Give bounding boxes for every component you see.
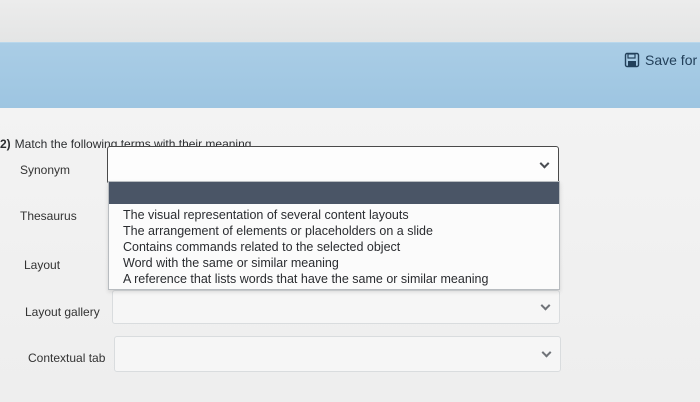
term-label-thesaurus: Thesaurus — [20, 209, 77, 223]
dropdown-options: The visual representation of several con… — [109, 204, 559, 287]
question-number: 2) — [0, 137, 11, 151]
term-label-layout-gallery: Layout gallery — [25, 305, 100, 319]
synonym-select[interactable] — [107, 146, 559, 184]
term-label-contextual-tab: Contextual tab — [28, 351, 106, 365]
layout-gallery-select[interactable] — [112, 290, 560, 324]
dropdown-option[interactable]: A reference that lists words that have t… — [123, 271, 559, 287]
term-label-layout: Layout — [24, 258, 61, 272]
dropdown-option[interactable]: The arrangement of elements or placehold… — [123, 223, 559, 239]
term-label-synonym: Synonym — [20, 163, 71, 177]
synonym-dropdown-list: The visual representation of several con… — [108, 181, 560, 290]
dropdown-highlighted-option[interactable] — [109, 182, 559, 204]
dropdown-option[interactable]: Word with the same or similar meaning — [123, 255, 559, 271]
dropdown-option[interactable]: The visual representation of several con… — [123, 207, 559, 223]
browser-top-area — [0, 0, 700, 42]
contextual-tab-select[interactable] — [114, 336, 561, 372]
chevron-down-icon — [539, 158, 550, 169]
save-button[interactable]: Save for — [624, 49, 697, 71]
save-button-label: Save for — [645, 52, 698, 68]
save-disk-icon — [624, 52, 640, 68]
chevron-down-icon — [541, 347, 552, 358]
chevron-down-icon — [540, 300, 551, 311]
dropdown-option[interactable]: Contains commands related to the selecte… — [123, 239, 559, 255]
header-banner — [0, 42, 700, 108]
